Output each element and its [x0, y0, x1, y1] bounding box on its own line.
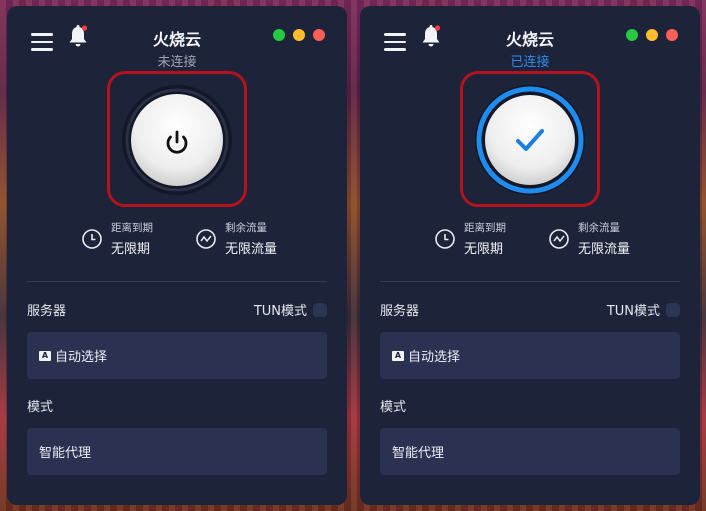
- tun-mode-label: TUN模式: [606, 304, 660, 319]
- mode-select-value: 智能代理: [392, 446, 445, 461]
- expiry-info: 距离到期 无限期: [434, 220, 506, 257]
- traffic-label: 剩余流量: [225, 222, 267, 234]
- connect-button[interactable]: [474, 84, 586, 196]
- traffic-label: 剩余流量: [578, 222, 620, 234]
- mode-select[interactable]: 智能代理: [380, 428, 680, 475]
- clock-icon: [435, 228, 455, 249]
- window-yellow-dot[interactable]: [646, 29, 658, 41]
- auto-badge-icon: A: [39, 350, 51, 361]
- expiry-label: 距离到期: [111, 222, 153, 234]
- server-select-value: 自动选择: [55, 350, 108, 365]
- expiry-value: 无限期: [111, 242, 151, 257]
- window-yellow-dot[interactable]: [293, 29, 305, 41]
- server-select-value: 自动选择: [408, 350, 461, 365]
- window-controls: [626, 29, 678, 41]
- tun-mode-toggle[interactable]: TUN模式: [254, 300, 327, 319]
- divider: [380, 281, 680, 282]
- mode-select[interactable]: 智能代理: [27, 428, 327, 475]
- auto-badge-icon: A: [392, 350, 404, 361]
- server-select[interactable]: A 自动选择: [27, 332, 327, 379]
- traffic-info: 剩余流量 无限流量: [548, 220, 630, 257]
- expiry-info: 距离到期 无限期: [81, 220, 153, 257]
- tun-mode-label: TUN模式: [253, 304, 307, 319]
- traffic-drop-icon: [196, 228, 216, 249]
- traffic-drop-icon: [549, 228, 569, 249]
- connection-status: 已连接: [510, 55, 550, 70]
- app-window-disconnected: 火烧云 未连接 距离到期 无限期 剩余流量 无限流量 服务器 TUN模式 A 自…: [7, 6, 347, 505]
- expiry-value: 无限期: [464, 242, 504, 257]
- expiry-label: 距离到期: [464, 222, 506, 234]
- window-red-dot[interactable]: [313, 29, 325, 41]
- app-window-connected: 火烧云 已连接 距离到期 无限期 剩余流量 无限流量 服务器 TUN模式 A 自…: [360, 6, 700, 505]
- window-green-dot[interactable]: [273, 29, 285, 41]
- tun-mode-toggle[interactable]: TUN模式: [607, 300, 680, 319]
- window-red-dot[interactable]: [666, 29, 678, 41]
- tun-mode-checkbox[interactable]: [666, 302, 680, 317]
- mode-select-value: 智能代理: [39, 446, 92, 461]
- mode-label: 模式: [27, 400, 54, 415]
- window-controls: [273, 29, 325, 41]
- divider: [27, 281, 327, 282]
- server-label: 服务器: [380, 304, 420, 319]
- clock-icon: [82, 228, 102, 249]
- window-green-dot[interactable]: [626, 29, 638, 41]
- server-label: 服务器: [27, 304, 67, 319]
- traffic-value: 无限流量: [578, 242, 631, 257]
- server-select[interactable]: A 自动选择: [380, 332, 680, 379]
- mode-label: 模式: [380, 400, 407, 415]
- tun-mode-checkbox[interactable]: [313, 302, 327, 317]
- connection-status: 未连接: [157, 55, 197, 70]
- traffic-value: 无限流量: [225, 242, 278, 257]
- power-button[interactable]: [121, 84, 233, 196]
- traffic-info: 剩余流量 无限流量: [195, 220, 277, 257]
